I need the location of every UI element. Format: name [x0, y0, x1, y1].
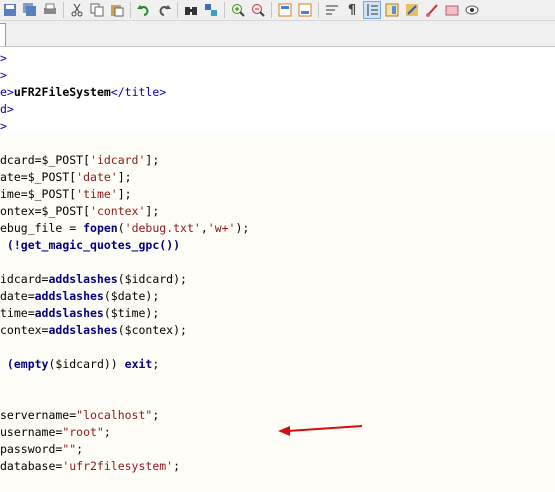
toolbar-separator	[224, 2, 225, 18]
code-line: (empty($idcard)) exit;	[0, 357, 160, 371]
doc-map-icon[interactable]	[384, 2, 400, 18]
show-all-chars-icon[interactable]: ¶	[344, 2, 360, 18]
undo-icon[interactable]	[136, 2, 152, 18]
code-line: date=addslashes($date);	[0, 289, 160, 303]
code-line: idcard=addslashes($idcard);	[0, 272, 187, 286]
word-wrap-icon[interactable]	[324, 2, 340, 18]
sync-horizontal-icon[interactable]	[297, 2, 313, 18]
copy-icon[interactable]	[89, 2, 105, 18]
tab-file[interactable]	[0, 23, 6, 46]
indent-guide-icon[interactable]	[363, 1, 381, 19]
zoom-out-icon[interactable]	[250, 2, 266, 18]
toolbar-separator	[318, 2, 319, 18]
cut-icon[interactable]	[69, 2, 85, 18]
monitoring-icon[interactable]	[444, 2, 460, 18]
code-line: (!get_magic_quotes_gpc())	[0, 238, 181, 252]
code-line: time=addslashes($time);	[0, 306, 160, 320]
function-list-icon[interactable]	[404, 2, 420, 18]
paste-icon[interactable]	[109, 2, 125, 18]
code-line: contex=addslashes($contex);	[0, 323, 187, 337]
save-icon[interactable]	[2, 2, 18, 18]
find-icon[interactable]	[183, 2, 199, 18]
sync-vertical-icon[interactable]	[277, 2, 293, 18]
code-line: ime=$_POST['time'];	[0, 187, 132, 201]
toolbar: ¶	[0, 0, 555, 21]
code-line: ontex=$_POST['contex'];	[0, 204, 160, 218]
toolbar-separator	[63, 2, 64, 18]
code-line: ate=$_POST['date'];	[0, 170, 132, 184]
folder-as-workspace-icon[interactable]	[424, 2, 440, 18]
code-line: database='ufr2filesystem';	[0, 459, 181, 473]
print-icon[interactable]	[42, 2, 58, 18]
code-line: ebug_file = fopen('debug.txt','w+');	[0, 221, 250, 235]
code-line: >	[0, 68, 7, 82]
toolbar-separator	[177, 2, 178, 18]
code-line: >	[0, 119, 7, 133]
preview-icon[interactable]	[464, 2, 480, 18]
code-line: dcard=$_POST['idcard'];	[0, 153, 160, 167]
code-line: servername="localhost";	[0, 408, 160, 422]
code-line: e>uFR2FileSystem</title>	[0, 85, 167, 99]
toolbar-separator	[271, 2, 272, 18]
replace-icon[interactable]	[203, 2, 219, 18]
annotation-arrow-icon	[278, 425, 363, 436]
save-all-icon[interactable]	[22, 2, 38, 18]
redo-icon[interactable]	[156, 2, 172, 18]
code-line: >	[0, 51, 7, 65]
code-line: password="";	[0, 442, 84, 456]
tab-bar	[0, 21, 555, 47]
zoom-in-icon[interactable]	[230, 2, 246, 18]
code-line: d>	[0, 102, 14, 116]
code-line: username="root";	[0, 425, 111, 439]
toolbar-separator	[130, 2, 131, 18]
